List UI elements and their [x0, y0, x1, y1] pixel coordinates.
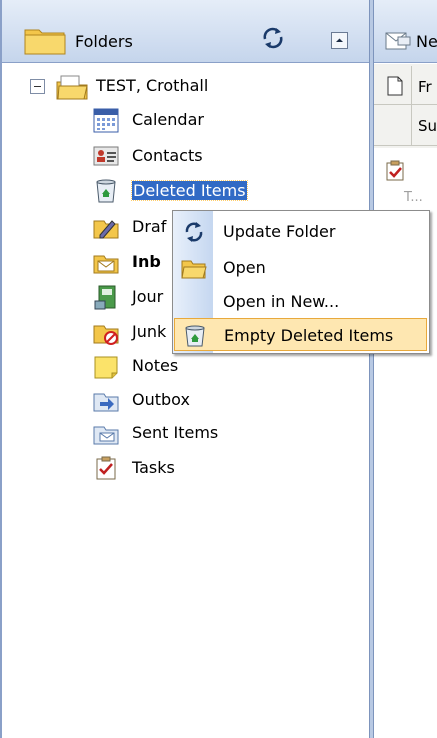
drafts-icon [92, 213, 120, 241]
contacts-icon [92, 142, 120, 170]
outlook-window: Folders TEST, Crothall Calendar Contacts… [0, 0, 437, 738]
mailbox-icon [55, 74, 89, 104]
junk-icon [92, 318, 120, 346]
folder-pane: Folders TEST, Crothall Calendar Contacts… [0, 0, 369, 738]
column-header-row[interactable]: Fr [374, 66, 437, 105]
sidebar-item-label: Sent Items [132, 423, 219, 442]
menu-item-label: Update Folder [223, 222, 336, 241]
outbox-icon [92, 386, 120, 414]
sidebar-item-label: Notes [132, 356, 179, 375]
collapse-tree-icon[interactable] [30, 79, 45, 94]
folder-icon [24, 25, 66, 59]
task-preview-label: T... [404, 190, 423, 205]
new-button[interactable]: Ne [416, 32, 437, 51]
sidebar-item-label: Draf [132, 217, 167, 236]
menu-item-label: Open [223, 258, 266, 277]
sidebar-item-label: Junk [132, 322, 167, 341]
sidebar-item-label: Inb [132, 252, 161, 271]
sidebar-item-label: Jour [132, 287, 164, 306]
column-header-row[interactable]: Su [374, 105, 437, 146]
update-folder-icon [181, 219, 207, 249]
menu-item-label: Open in New... [223, 292, 340, 311]
tree-root-label: TEST, Crothall [96, 76, 209, 95]
chevron-up-icon[interactable] [331, 32, 348, 49]
menu-item-update-folder[interactable]: Update Folder [174, 215, 427, 248]
empty-deleted-items-icon [182, 323, 208, 353]
context-menu: Update Folder Open Open in New... Empty … [172, 210, 430, 354]
column-headers: Fr Su [374, 64, 437, 148]
notes-icon [92, 352, 120, 380]
sidebar-item-label: Outbox [132, 390, 190, 409]
sidebar-item-label: Contacts [132, 146, 203, 165]
document-icon [386, 76, 404, 100]
sent-items-icon [92, 419, 120, 447]
open-folder-icon [181, 255, 207, 285]
journal-icon [92, 283, 120, 311]
menu-item-open-in-new[interactable]: Open in New... [174, 285, 427, 318]
column-header-from[interactable]: Fr [418, 78, 432, 96]
folders-title: Folders [75, 32, 133, 51]
column-header-subject[interactable]: Su [418, 117, 437, 135]
folders-header: Folders [2, 0, 369, 63]
calendar-icon [92, 106, 120, 134]
sidebar-item-label: Deleted Items [131, 180, 248, 201]
tasks-icon [384, 160, 406, 186]
column-divider[interactable] [411, 66, 412, 104]
tree-root-mailbox[interactable]: TEST, Crothall [30, 70, 360, 104]
inbox-icon [92, 248, 120, 276]
menu-item-open[interactable]: Open [174, 251, 427, 284]
sidebar-item-label: Tasks [132, 458, 175, 477]
menu-item-label: Empty Deleted Items [224, 326, 394, 345]
deleted-items-icon [92, 177, 120, 205]
sidebar-item-label: Calendar [132, 110, 204, 129]
main-toolbar: Ne [374, 0, 437, 63]
tasks-icon [92, 454, 120, 482]
sync-icon[interactable] [256, 22, 290, 54]
menu-item-empty-deleted-items[interactable]: Empty Deleted Items [174, 318, 427, 351]
content-pane: Ne Fr Su T... [374, 0, 437, 738]
new-item-icon[interactable] [384, 29, 412, 57]
